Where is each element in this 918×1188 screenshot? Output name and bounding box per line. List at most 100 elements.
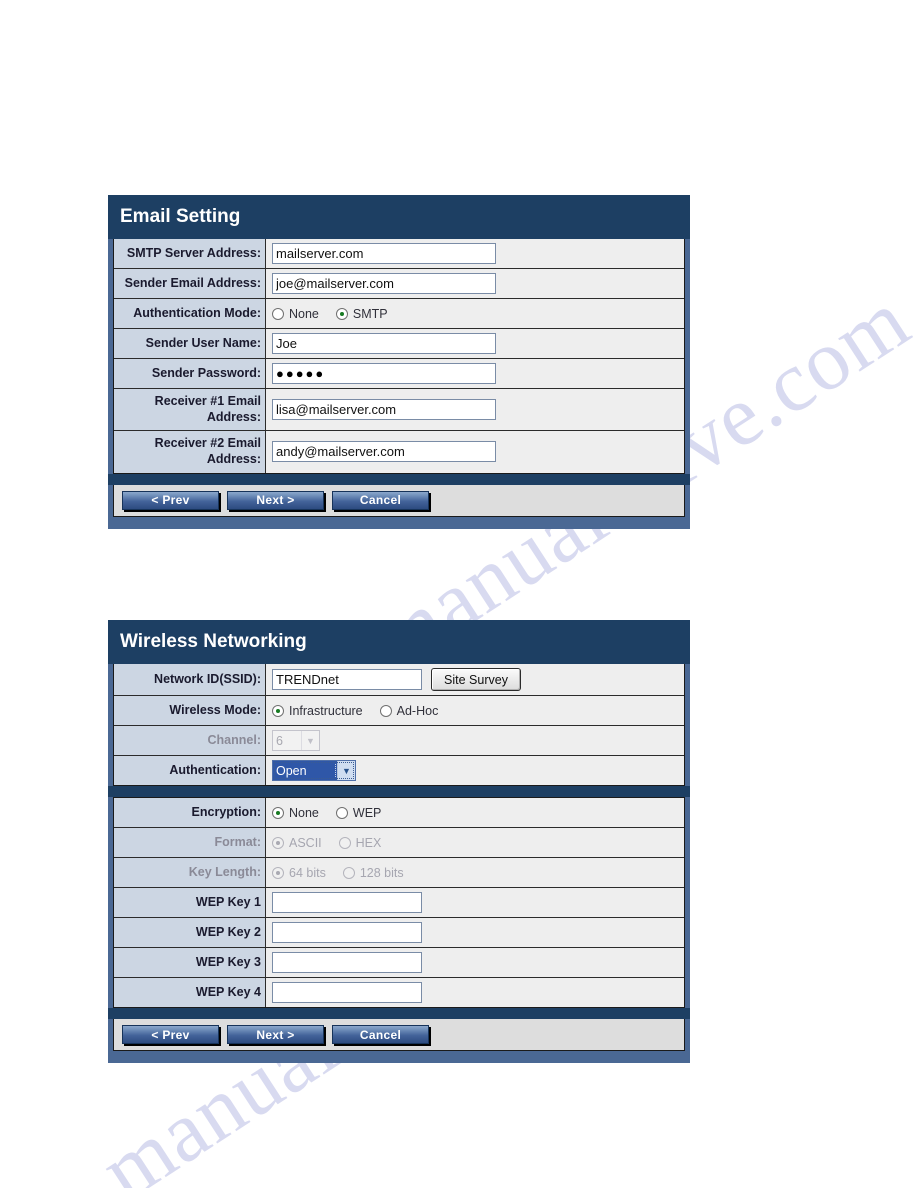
prev-button[interactable]: < Prev xyxy=(122,490,219,510)
sender-password-input[interactable]: ●●●●● xyxy=(272,363,496,384)
table-row: Receiver #1 Email Address: xyxy=(114,389,684,432)
sender-password-label: Sender Password: xyxy=(114,359,266,388)
chevron-down-icon: ▼ xyxy=(301,731,319,750)
radio-encryption-wep-icon[interactable] xyxy=(335,806,348,819)
wireless-mode-field-cell: Infrastructure Ad-Hoc xyxy=(266,696,684,725)
radio-encryption-none-icon[interactable] xyxy=(272,806,284,819)
smtp-server-input[interactable] xyxy=(272,243,496,264)
authentication-mode-field-cell: None SMTP xyxy=(266,299,684,328)
radio-format-hex-icon xyxy=(338,836,351,849)
email-setting-panel: Email Setting SMTP Server Address: Sende… xyxy=(108,195,690,529)
format-radio-group: ASCII HEX xyxy=(272,836,393,850)
format-label: Format: xyxy=(114,828,266,857)
wep-key-2-field-cell xyxy=(266,918,684,947)
wireless-mode-radio-group: Infrastructure Ad-Hoc xyxy=(272,704,450,718)
radio-keylen-128-label: 128 bits xyxy=(359,865,404,880)
channel-field-cell: 6 ▼ xyxy=(266,726,684,755)
wep-key-1-input[interactable] xyxy=(272,892,422,913)
radio-format-hex-label: HEX xyxy=(355,835,382,850)
next-button[interactable]: Next > xyxy=(227,490,324,510)
cancel-button[interactable]: Cancel xyxy=(332,1025,429,1044)
radio-keylen-128-icon xyxy=(342,866,355,879)
table-row: Channel: 6 ▼ xyxy=(114,726,684,756)
radio-smtp-icon[interactable] xyxy=(335,307,348,320)
wireless-panel-body-top: Network ID(SSID): Site Survey Wireless M… xyxy=(113,664,685,786)
table-row: Wireless Mode: Infrastructure Ad-Hoc xyxy=(114,696,684,726)
radio-infrastructure-icon[interactable] xyxy=(272,704,284,717)
wireless-mode-label: Wireless Mode: xyxy=(114,696,266,725)
wep-key-4-input[interactable] xyxy=(272,982,422,1003)
email-panel-title: Email Setting xyxy=(108,195,690,239)
wireless-panel-divider xyxy=(108,1008,690,1019)
radio-keylen-64-icon xyxy=(272,866,284,879)
sender-password-field-cell: ●●●●● xyxy=(266,359,684,388)
sender-email-field-cell xyxy=(266,269,684,298)
receiver1-email-input[interactable] xyxy=(272,399,496,421)
wep-key-1-field-cell xyxy=(266,888,684,917)
sender-username-input[interactable] xyxy=(272,333,496,354)
wep-key-3-input[interactable] xyxy=(272,952,422,973)
table-row: WEP Key 1 xyxy=(114,888,684,918)
table-row: Sender User Name: xyxy=(114,329,684,359)
encryption-label: Encryption: xyxy=(114,798,266,827)
receiver1-email-field-cell xyxy=(266,389,684,430)
wireless-panel-footer: < Prev Next > Cancel xyxy=(113,1019,685,1051)
table-row: Sender Password: ●●●●● xyxy=(114,359,684,389)
key-length-field-cell: 64 bits 128 bits xyxy=(266,858,684,887)
wireless-networking-panel: Wireless Networking Network ID(SSID): Si… xyxy=(108,620,690,1063)
receiver2-email-input[interactable] xyxy=(272,441,496,463)
sender-email-input[interactable] xyxy=(272,273,496,294)
wep-key-3-field-cell xyxy=(266,948,684,977)
table-row: Authentication: Open ▼ xyxy=(114,756,684,785)
table-row: WEP Key 2 xyxy=(114,918,684,948)
sender-username-label: Sender User Name: xyxy=(114,329,266,358)
ssid-input[interactable] xyxy=(272,669,422,690)
wep-key-1-label: WEP Key 1 xyxy=(114,888,266,917)
radio-none-label: None xyxy=(289,306,319,321)
next-button[interactable]: Next > xyxy=(227,1025,324,1044)
radio-encryption-wep-label: WEP xyxy=(352,805,382,820)
encryption-radio-group: None WEP xyxy=(272,806,393,820)
authentication-select-value: Open xyxy=(273,761,337,780)
sender-email-label: Sender Email Address: xyxy=(114,269,266,298)
wireless-panel-title: Wireless Networking xyxy=(108,620,690,664)
wireless-section-divider xyxy=(108,786,690,797)
table-row: Network ID(SSID): Site Survey xyxy=(114,664,684,696)
table-row: SMTP Server Address: xyxy=(114,239,684,269)
table-row: Sender Email Address: xyxy=(114,269,684,299)
chevron-down-icon[interactable]: ▼ xyxy=(337,761,355,780)
authentication-label: Authentication: xyxy=(114,756,266,785)
channel-select: 6 ▼ xyxy=(272,730,320,751)
radio-smtp-label: SMTP xyxy=(352,306,388,321)
ssid-field-cell: Site Survey xyxy=(266,664,684,695)
radio-infrastructure-label: Infrastructure xyxy=(289,703,363,718)
format-field-cell: ASCII HEX xyxy=(266,828,684,857)
receiver2-email-field-cell xyxy=(266,431,684,472)
cancel-button[interactable]: Cancel xyxy=(332,490,429,510)
channel-label: Channel: xyxy=(114,726,266,755)
receiver1-email-label: Receiver #1 Email Address: xyxy=(114,389,266,431)
table-row: Key Length: 64 bits 128 bits xyxy=(114,858,684,888)
channel-select-value: 6 xyxy=(276,733,283,748)
wep-key-2-input[interactable] xyxy=(272,922,422,943)
radio-keylen-64-label: 64 bits xyxy=(289,865,326,880)
site-survey-button[interactable]: Site Survey xyxy=(431,668,521,691)
wep-key-2-label: WEP Key 2 xyxy=(114,918,266,947)
sender-username-field-cell xyxy=(266,329,684,358)
authentication-mode-radio-group: None SMTP xyxy=(272,307,400,321)
password-mask: ●●●●● xyxy=(276,366,326,381)
authentication-select[interactable]: Open ▼ xyxy=(272,760,356,781)
wep-key-4-field-cell xyxy=(266,978,684,1007)
table-row: Authentication Mode: None SMTP xyxy=(114,299,684,329)
radio-format-ascii-icon xyxy=(272,836,284,849)
table-row: WEP Key 4 xyxy=(114,978,684,1007)
email-panel-footer: < Prev Next > Cancel xyxy=(113,484,685,517)
receiver2-email-label: Receiver #2 Email Address: xyxy=(114,431,266,473)
table-row: Encryption: None WEP xyxy=(114,798,684,828)
prev-button[interactable]: < Prev xyxy=(122,1025,219,1044)
radio-none-icon[interactable] xyxy=(272,307,284,320)
key-length-label: Key Length: xyxy=(114,858,266,887)
radio-adhoc-icon[interactable] xyxy=(379,704,392,717)
email-panel-divider xyxy=(108,473,690,485)
radio-format-ascii-label: ASCII xyxy=(289,835,322,850)
